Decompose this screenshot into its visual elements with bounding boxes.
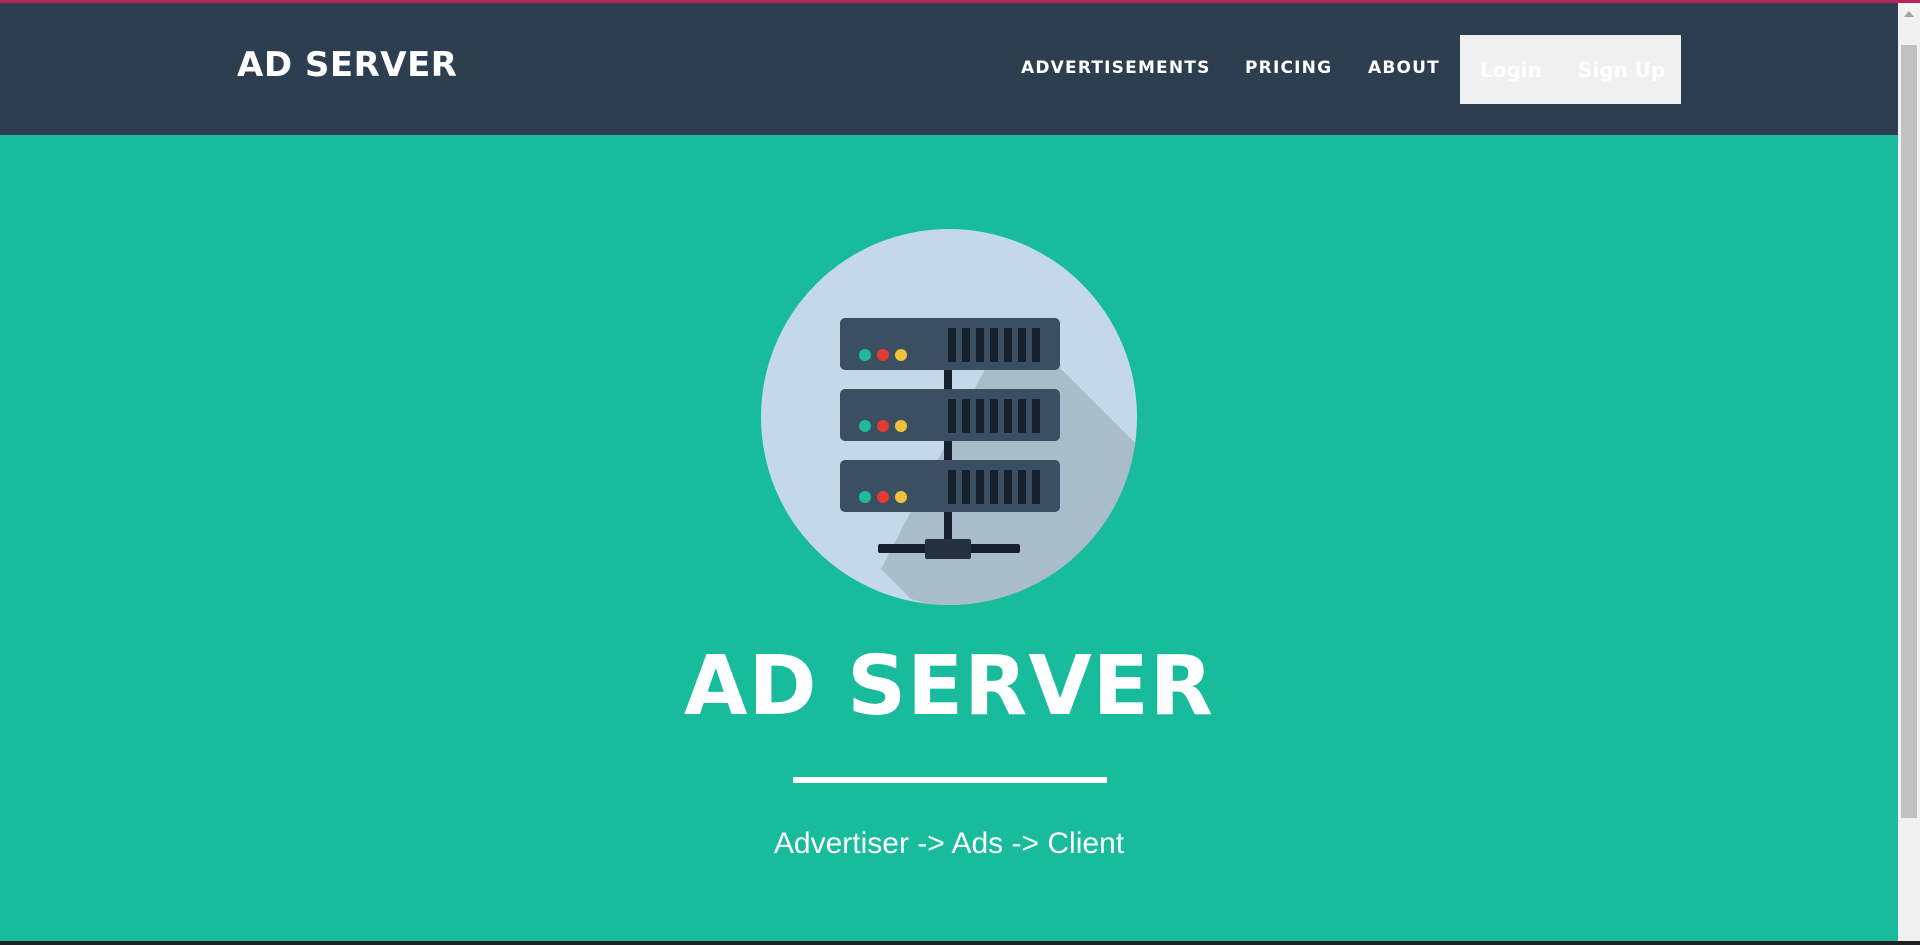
nav-link-pricing[interactable]: PRICING	[1245, 58, 1332, 78]
server-rack-icon	[761, 229, 1137, 605]
hero-subtitle: Advertiser -> Ads -> Client	[773, 827, 1125, 860]
navbar: AD SERVER ADVERTISEMENTS PRICING ABOUT L…	[0, 3, 1898, 135]
nav-link-about[interactable]: ABOUT	[1368, 58, 1440, 78]
server-unit	[840, 389, 1060, 441]
hero-title: AD SERVER	[684, 639, 1214, 734]
hero-divider	[793, 777, 1107, 783]
rack-connector	[944, 441, 952, 460]
server-unit	[840, 318, 1060, 370]
login-button[interactable]: Login	[1480, 58, 1542, 82]
window-bottom-edge	[0, 941, 1920, 945]
server-unit	[840, 460, 1060, 512]
page: AD SERVER ADVERTISEMENTS PRICING ABOUT L…	[0, 0, 1920, 945]
auth-buttons: Login Sign Up	[1460, 35, 1681, 104]
scrollbar[interactable]	[1898, 3, 1920, 941]
brand-link[interactable]: AD SERVER	[237, 45, 458, 85]
scroll-up-arrow-icon[interactable]	[1904, 11, 1914, 17]
scrollbar-thumb[interactable]	[1901, 45, 1917, 818]
signup-button[interactable]: Sign Up	[1578, 58, 1665, 82]
nav-link-advertisements[interactable]: ADVERTISEMENTS	[1021, 58, 1211, 78]
rack-connector	[944, 370, 952, 389]
